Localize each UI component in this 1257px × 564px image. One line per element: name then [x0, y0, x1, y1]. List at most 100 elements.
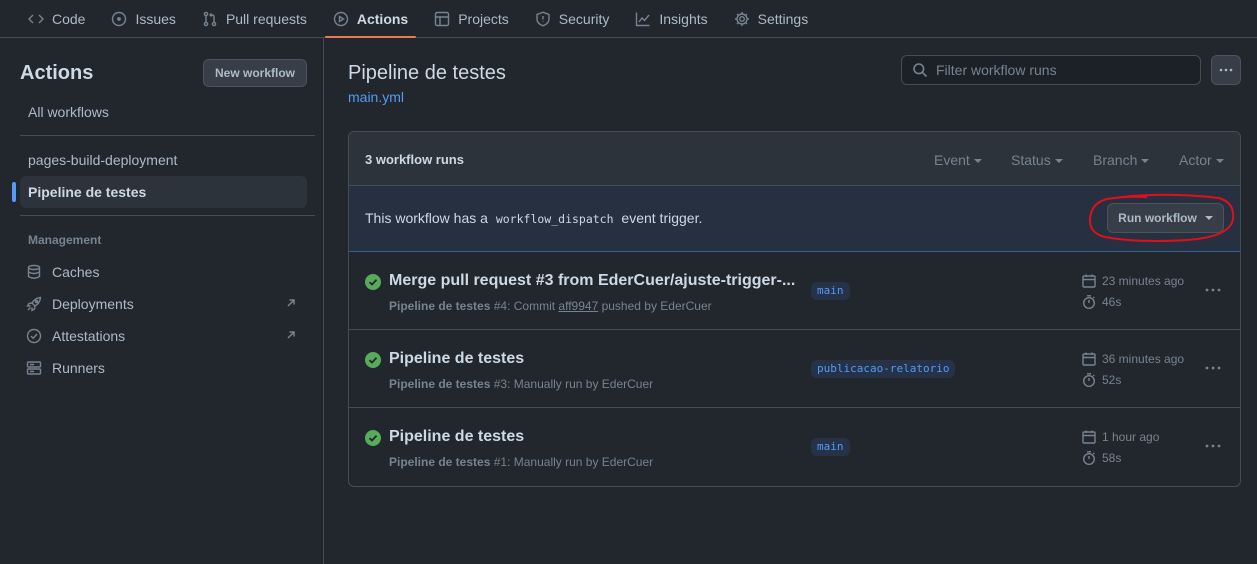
run-row[interactable]: Pipeline de testes Pipeline de testes #1…	[349, 408, 1240, 486]
run-options-button[interactable]	[1201, 280, 1225, 300]
nav-security-label: Security	[558, 10, 610, 27]
search-icon	[913, 63, 928, 78]
run-when: 23 minutes ago	[1102, 274, 1185, 288]
dispatch-text-before: This workflow has a	[365, 210, 488, 226]
sidebar-divider	[20, 135, 315, 136]
filter-actor[interactable]: Actor	[1179, 152, 1224, 168]
caret-down-icon	[973, 159, 982, 164]
run-title[interactable]: Pipeline de testes	[389, 350, 524, 368]
commit-sha-link[interactable]: aff9947	[558, 299, 598, 313]
nav-security[interactable]: Security	[527, 0, 618, 37]
run-desc-pre: : Commit	[507, 299, 559, 313]
caret-down-icon	[1054, 159, 1063, 164]
run-row[interactable]: Pipeline de testes Pipeline de testes #3…	[349, 330, 1240, 408]
run-desc-pre: : Manually run by EderCuer	[507, 377, 654, 391]
filter-status[interactable]: Status	[1011, 152, 1063, 168]
nav-projects[interactable]: Projects	[426, 0, 517, 37]
sidebar-item-attestations[interactable]: Attestations	[20, 320, 307, 352]
filter-branch-label: Branch	[1093, 152, 1138, 168]
calendar-icon	[1082, 430, 1096, 444]
more-options-button[interactable]	[1211, 55, 1241, 85]
run-title[interactable]: Pipeline de testes	[389, 428, 524, 446]
calendar-icon	[1082, 274, 1096, 288]
run-duration: 52s	[1082, 373, 1121, 387]
gear-icon	[734, 11, 749, 26]
database-icon	[27, 264, 41, 279]
sidebar-item-deployments[interactable]: Deployments	[20, 288, 307, 320]
run-number: #4	[493, 299, 508, 313]
run-workflow-label: Run workflow	[1118, 211, 1197, 225]
nav-issues[interactable]: Issues	[103, 0, 183, 37]
branch-label[interactable]: main	[811, 282, 850, 300]
shield-icon	[536, 10, 550, 27]
nav-projects-label: Projects	[458, 10, 509, 27]
sidebar-divider	[20, 215, 315, 216]
run-title[interactable]: Merge pull request #3 from EderCuer/ajus…	[389, 272, 795, 290]
run-description: Pipeline de testes #4: Commit aff9947 pu…	[389, 299, 712, 313]
run-options-button[interactable]	[1201, 436, 1225, 456]
run-description: Pipeline de testes #1: Manually run by E…	[389, 455, 653, 469]
run-when: 1 hour ago	[1102, 430, 1160, 444]
run-workflow-button[interactable]: Run workflow	[1107, 203, 1224, 233]
verified-icon	[26, 328, 42, 344]
kebab-horizontal-icon	[1219, 68, 1233, 72]
sidebar-item-all-workflows[interactable]: All workflows	[20, 96, 307, 128]
table-icon	[435, 11, 450, 26]
sidebar-item-pipeline-de-testes[interactable]: Pipeline de testes	[12, 176, 307, 208]
run-number: #1	[493, 455, 508, 469]
runs-header: 3 workflow runs Event Status Branch Acto…	[349, 132, 1240, 186]
stopwatch-icon	[1083, 373, 1095, 387]
runs-count: 3 workflow runs	[365, 152, 464, 167]
nav-pull-requests[interactable]: Pull requests	[194, 0, 315, 37]
run-workflow-name: Pipeline de testes	[389, 455, 491, 469]
sidebar-title: Actions	[20, 62, 94, 84]
sidebar-item-caches[interactable]: Caches	[20, 256, 307, 288]
run-duration-value: 52s	[1102, 373, 1122, 387]
dispatch-code: workflow_dispatch	[495, 212, 614, 226]
workflow-runs-panel: 3 workflow runs Event Status Branch Acto…	[348, 131, 1241, 487]
run-number: #3	[493, 377, 508, 391]
run-row[interactable]: Merge pull request #3 from EderCuer/ajus…	[349, 252, 1240, 330]
nav-insights-label: Insights	[659, 10, 708, 27]
stopwatch-icon	[1083, 451, 1095, 465]
run-time: 23 minutes ago	[1082, 274, 1184, 288]
actions-sidebar: Actions New workflow All workflows pages…	[0, 38, 324, 564]
nav-code[interactable]: Code	[20, 0, 93, 37]
run-workflow-name: Pipeline de testes	[389, 377, 491, 391]
workflow-file-link[interactable]: main.yml	[348, 89, 404, 105]
issue-icon	[112, 11, 127, 26]
new-workflow-button[interactable]: New workflow	[203, 59, 307, 87]
workflow-dispatch-banner: This workflow has a workflow_dispatch ev…	[349, 186, 1240, 252]
filter-input[interactable]	[936, 62, 1186, 78]
sidebar-item-runners[interactable]: Runners	[20, 352, 307, 384]
filter-branch[interactable]: Branch	[1093, 152, 1150, 168]
check-circle-icon	[365, 430, 381, 446]
run-description: Pipeline de testes #3: Manually run by E…	[389, 377, 653, 391]
run-options-button[interactable]	[1201, 358, 1225, 378]
nav-actions-label: Actions	[356, 10, 409, 27]
dispatch-text-after: event trigger.	[621, 210, 703, 226]
code-icon	[28, 14, 44, 23]
server-icon	[26, 361, 42, 375]
pull-request-icon	[203, 11, 217, 26]
check-circle-icon	[365, 352, 381, 368]
run-time: 36 minutes ago	[1082, 352, 1184, 366]
nav-actions[interactable]: Actions	[324, 0, 417, 38]
kebab-horizontal-icon	[1205, 444, 1221, 448]
branch-label[interactable]: main	[811, 438, 850, 456]
nav-pull-requests-label: Pull requests	[225, 10, 307, 27]
kebab-horizontal-icon	[1205, 288, 1221, 292]
sidebar-item-label: Caches	[52, 264, 100, 280]
run-when: 36 minutes ago	[1102, 352, 1185, 366]
nav-settings-label: Settings	[757, 10, 809, 27]
external-link-icon	[287, 299, 295, 307]
nav-insights[interactable]: Insights	[627, 0, 715, 37]
filter-event-label: Event	[934, 152, 970, 168]
caret-down-icon	[1141, 159, 1150, 164]
filter-workflow-runs[interactable]	[901, 55, 1201, 85]
caret-down-icon	[1215, 159, 1224, 164]
sidebar-item-pages-build-deployment[interactable]: pages-build-deployment	[20, 144, 307, 176]
branch-label[interactable]: publicacao-relatorio	[811, 360, 956, 378]
filter-event[interactable]: Event	[934, 152, 982, 168]
nav-settings[interactable]: Settings	[726, 0, 817, 37]
